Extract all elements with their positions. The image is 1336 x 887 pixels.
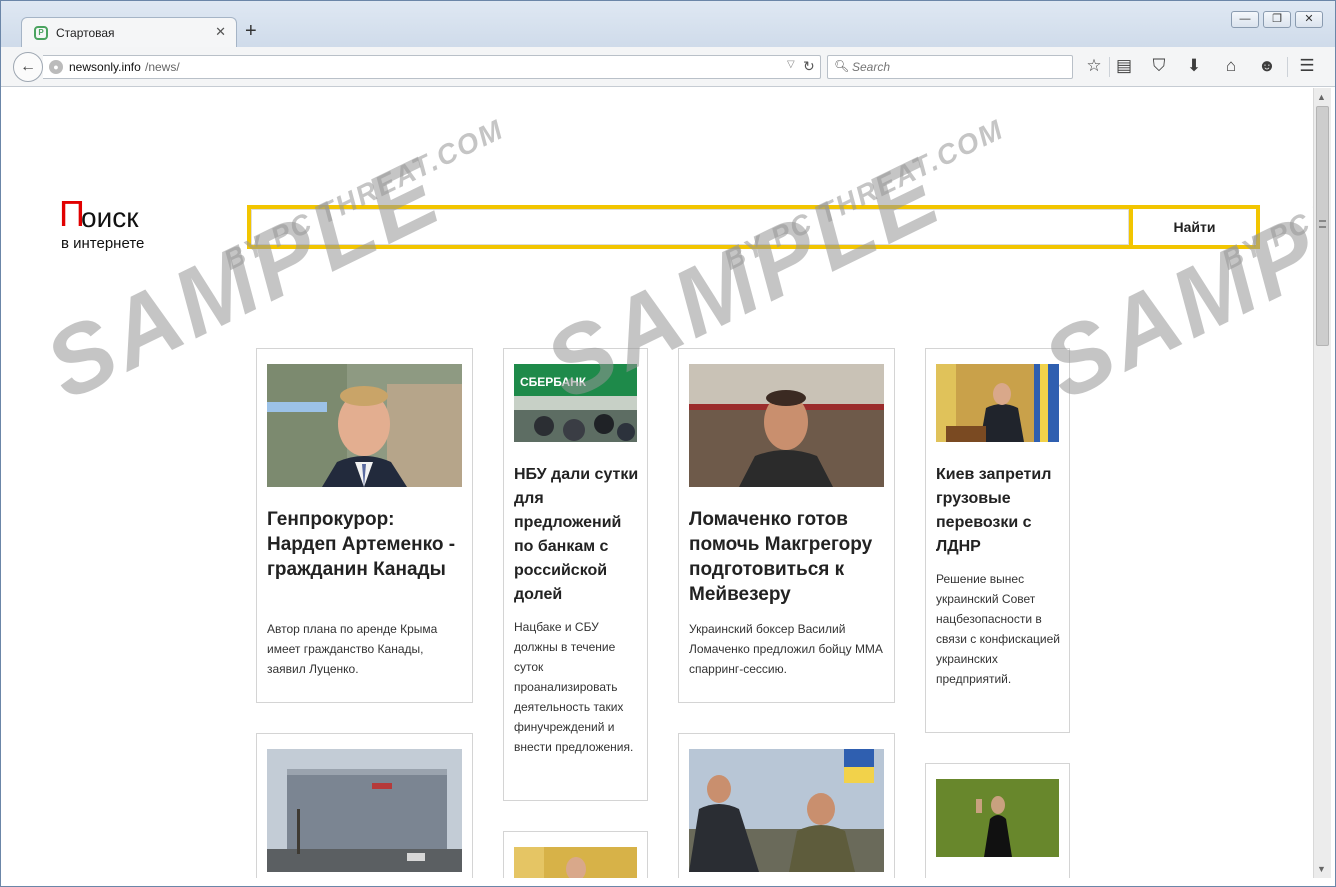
browser-search-input[interactable]	[852, 59, 1062, 75]
back-arrow-icon: ←	[20, 58, 36, 75]
news-image[interactable]	[689, 364, 884, 487]
main-search-input[interactable]	[251, 209, 1129, 245]
window-close-button[interactable]: ✕	[1295, 11, 1323, 28]
news-image[interactable]	[267, 749, 462, 872]
news-card[interactable]	[256, 733, 473, 878]
download-icon[interactable]: ⬇	[1183, 55, 1205, 77]
tab-bar: P Стартовая ✕ + — ❐ ✕	[1, 1, 1335, 47]
minimize-icon: —	[1239, 13, 1251, 25]
toolbar-separator	[1287, 57, 1288, 77]
news-image[interactable]	[267, 364, 462, 487]
news-card[interactable]: Киев запретил грузовые перевозки с ЛДНР …	[925, 348, 1070, 733]
news-image[interactable]	[936, 364, 1059, 442]
news-image-text: СБЕРБАНК	[520, 375, 587, 389]
news-image[interactable]	[514, 847, 637, 878]
url-host: newsonly.info	[69, 60, 141, 74]
news-card[interactable]	[925, 763, 1070, 878]
news-card[interactable]: СБЕРБАНК НБУ дали сутки для предложений …	[503, 348, 648, 801]
vertical-scrollbar[interactable]: ▲ ▼	[1313, 88, 1331, 878]
back-button[interactable]: ←	[13, 52, 43, 82]
news-title[interactable]: Киев запретил грузовые перевозки с ЛДНР	[936, 463, 1061, 559]
toolbar-separator	[1109, 57, 1110, 77]
news-image[interactable]	[936, 779, 1059, 857]
news-card[interactable]	[503, 831, 648, 878]
search-icon: 🔍︎	[834, 59, 850, 73]
home-icon[interactable]: ⌂	[1220, 55, 1242, 77]
tab-close-icon[interactable]: ✕	[215, 24, 226, 40]
maximize-icon: ❐	[1272, 13, 1282, 25]
dropdown-icon[interactable]: ▽	[787, 59, 795, 70]
close-icon: ✕	[1304, 13, 1314, 25]
watermark-subtext: BY PC THREAT.COM	[1217, 113, 1313, 276]
hamburger-menu-icon[interactable]: ☰	[1296, 55, 1318, 77]
window-minimize-button[interactable]: —	[1231, 11, 1259, 28]
news-title[interactable]: НБУ дали сутки для предложений по банкам…	[514, 463, 639, 607]
main-search-form: Найти	[247, 205, 1260, 249]
smiley-icon[interactable]: ☻	[1256, 55, 1278, 77]
news-card[interactable]: Ломаченко готов помочь Макгрегору подгот…	[678, 348, 895, 703]
address-bar[interactable]: ● newsonly.info /news/ ▽ ↻	[43, 55, 821, 79]
news-title[interactable]: Ломаченко готов помочь Макгрегору подгот…	[689, 507, 887, 607]
globe-icon: ●	[49, 60, 63, 74]
news-summary: Автор плана по аренде Крыма имеет гражда…	[267, 622, 438, 676]
news-summary: Решение вынес украинский Совет нацбезопа…	[936, 572, 1061, 686]
pocket-icon[interactable]: ⛉	[1148, 55, 1170, 77]
news-image[interactable]	[689, 749, 884, 872]
news-card[interactable]	[678, 733, 895, 878]
tab-title: Стартовая	[56, 26, 115, 40]
search-submit-button[interactable]: Найти	[1129, 209, 1256, 245]
window-maximize-button[interactable]: ❐	[1263, 11, 1291, 28]
logo-subtitle: в интернете	[61, 235, 145, 252]
scrollbar-thumb[interactable]	[1316, 106, 1329, 346]
new-tab-button[interactable]: +	[245, 21, 257, 41]
news-image[interactable]: СБЕРБАНК	[514, 364, 637, 442]
browser-window: P Стартовая ✕ + — ❐ ✕ ● newsonly.info /n…	[0, 0, 1336, 887]
news-card[interactable]: Генпрокурор: Нардеп Артеменко - граждани…	[256, 348, 473, 703]
reload-icon[interactable]: ↻	[803, 58, 815, 75]
reading-list-icon[interactable]: ▤	[1113, 55, 1135, 77]
watermark-subtext: BY PC THREAT.COM	[719, 113, 1009, 276]
tab-startovaya[interactable]: P Стартовая ✕	[21, 17, 237, 47]
bookmark-star-icon[interactable]: ☆	[1083, 55, 1105, 77]
scroll-up-icon[interactable]: ▲	[1317, 92, 1326, 102]
browser-search-box[interactable]: 🔍︎	[827, 55, 1073, 79]
news-title[interactable]: Генпрокурор: Нардеп Артеменко - граждани…	[267, 507, 462, 582]
url-path: /news/	[145, 60, 180, 74]
watermark-subtext: BY PC THREAT.COM	[219, 113, 509, 276]
grip-icon	[1319, 220, 1326, 228]
scroll-down-icon[interactable]: ▼	[1317, 864, 1326, 874]
news-summary: Нацбаке и СБУ должны в течение суток про…	[514, 620, 634, 754]
tab-favicon-icon: P	[34, 26, 48, 40]
site-logo[interactable]: П оиск в интернете	[59, 195, 189, 255]
page-content: П оиск в интернете Найти Генпрокурор: На…	[9, 88, 1313, 878]
news-summary: Украинский боксер Василий Ломаченко пред…	[689, 622, 883, 676]
navigation-toolbar: ● newsonly.info /news/ ▽ ↻ ← 🔍︎ ☆ ▤ ⛉ ⬇ …	[1, 47, 1335, 87]
logo-word: оиск	[81, 202, 139, 233]
